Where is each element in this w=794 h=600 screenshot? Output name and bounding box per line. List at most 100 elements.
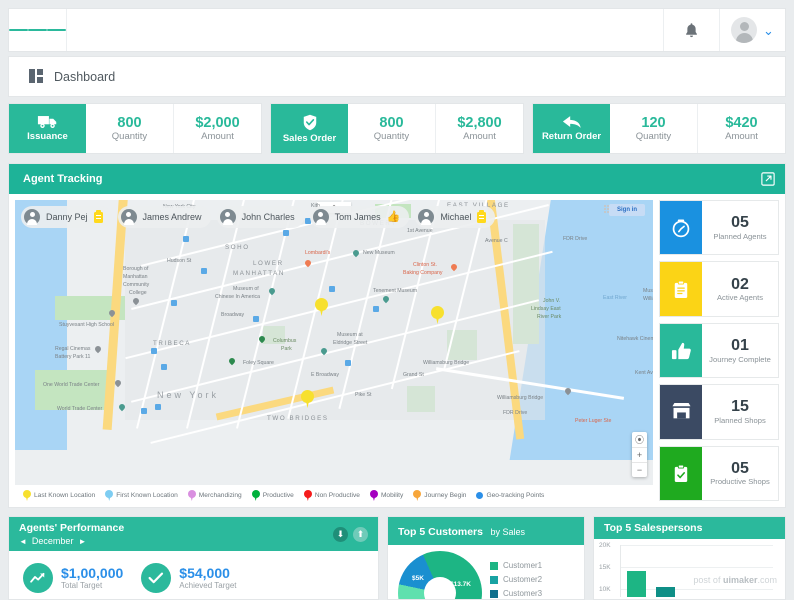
map-zoom-out-button[interactable]: −: [632, 462, 647, 477]
map-poi: [257, 334, 267, 344]
legend-item-customer3[interactable]: Customer3: [490, 589, 542, 598]
stat-tile-journey-complete[interactable]: 01 Journey Complete: [659, 322, 779, 379]
legend-label: Customer2: [503, 575, 543, 584]
stat-label: Achieved Target: [179, 581, 237, 591]
thumbs-up-icon: [660, 323, 702, 378]
chevron-down-icon[interactable]: ⌄: [763, 24, 774, 37]
agents-performance-header: Agents' Performance ◄ December ► ⬇ ⬆: [9, 517, 378, 551]
clipboard-check-icon: [660, 446, 702, 501]
top-salespersons-panel: Top 5 Salespersons 20K 15K 10K post of u…: [593, 516, 786, 600]
map-poi: [227, 356, 237, 366]
agent-chip[interactable]: John Charles: [216, 206, 304, 228]
kpi-amount-label: Amount: [725, 131, 758, 143]
map-subway-icon: [201, 268, 207, 274]
map-pin-last-known[interactable]: [301, 390, 314, 408]
kpi-quantity-label: Quantity: [635, 131, 672, 143]
stat-tile-productive-shops[interactable]: 05 Productive Shops: [659, 445, 779, 502]
legend-item-first-known-location: First Known Location: [105, 490, 178, 501]
map-label: TRIBECA: [153, 340, 192, 347]
map-zoom-in-button[interactable]: +: [632, 447, 647, 462]
salespersons-bar-chart[interactable]: 20K 15K 10K post of uimaker.com: [594, 539, 785, 599]
map-poi: [303, 258, 313, 268]
agent-avatar-icon: [418, 209, 435, 225]
stat-tile-body: 01 Journey Complete: [702, 324, 778, 377]
month-selector[interactable]: ◄ December ►: [19, 536, 124, 546]
performance-stat-text: $1,00,000 Total Target: [61, 565, 123, 590]
kpi-amount-value: $2,800: [457, 114, 502, 131]
customers-donut-chart[interactable]: $13.7K $5K $6K: [398, 551, 482, 599]
stat-tile-body: 02 Active Agents: [702, 262, 778, 315]
agent-chip[interactable]: Tom James 👍: [309, 206, 410, 228]
kpi-amount-label: Amount: [201, 131, 234, 143]
next-month-icon[interactable]: ►: [78, 537, 86, 546]
kpi-card-issuance[interactable]: Issuance 800 Quantity $2,000 Amount: [8, 103, 262, 154]
map-label: Museum at: [337, 332, 363, 338]
pin-icon: [303, 490, 312, 501]
prev-month-icon[interactable]: ◄: [19, 537, 27, 546]
agent-chip[interactable]: James Andrew: [117, 206, 211, 228]
stat-tile-planned-shops[interactable]: 15 Planned Shops: [659, 384, 779, 440]
map-controls[interactable]: ⦿ + −: [632, 432, 647, 477]
bar-group: [627, 545, 675, 597]
bar-salesperson-1[interactable]: [627, 571, 646, 597]
pin-icon: [23, 490, 31, 501]
kpi-amount-value: $2,000: [195, 114, 240, 131]
stat-tile-planned-agents[interactable]: 05 Planned Agents: [659, 200, 779, 256]
legend-label: Journey Begin: [424, 492, 467, 499]
user-menu[interactable]: ⌄: [719, 9, 785, 51]
legend-item-journey-begin: Journey Begin: [413, 490, 466, 501]
map-label: World Trade Center: [57, 406, 103, 412]
map-label: FDR Drive: [503, 410, 528, 416]
map-subway-icon: [329, 286, 335, 292]
agent-name: John Charles: [241, 212, 295, 222]
map-poi: [351, 248, 361, 258]
kpi-label-sales-order: Sales Order: [282, 132, 337, 144]
kpi-head-issuance: Issuance: [9, 104, 86, 153]
map-label: Peter Luger Ste: [575, 418, 612, 424]
map-pin-last-known[interactable]: [431, 306, 444, 324]
legend-item-customer1[interactable]: Customer1: [490, 561, 542, 570]
legend-item-customer2[interactable]: Customer2: [490, 575, 542, 584]
clipboard-check-glyph: [674, 464, 688, 482]
legend-item-geo-tracking-points: Geo-tracking Points: [476, 492, 544, 499]
map-label: New Museum: [363, 250, 395, 256]
pin-icon: [369, 490, 378, 501]
agents-performance-title-group: Agents' Performance ◄ December ►: [19, 522, 124, 546]
agent-chip[interactable]: Danny Pej: [21, 206, 112, 228]
stat-tile-active-agents[interactable]: 02 Active Agents: [659, 261, 779, 317]
kpi-label-return-order: Return Order: [541, 131, 602, 142]
map-recenter-button[interactable]: ⦿: [632, 432, 647, 447]
avatar: [731, 17, 758, 43]
bar-salesperson-2[interactable]: [656, 587, 675, 597]
performance-header-actions: ⬇ ⬆: [333, 526, 368, 542]
kpi-quantity-label: Quantity: [373, 131, 410, 143]
agent-map[interactable]: Sign in ⌃ ⦿ + − New York CityFire Museum…: [15, 200, 653, 485]
kpi-amount-issuance: $2,000 Amount: [173, 104, 261, 153]
agent-name: Michael: [440, 212, 472, 222]
map-pin-last-known[interactable]: [315, 298, 328, 316]
kpi-card-sales-order[interactable]: Sales Order 800 Quantity $2,800 Amount: [270, 103, 524, 154]
map-label: Columbus: [273, 338, 297, 344]
top-customers-panel: Top 5 Customers by Sales $13.7K $5K $6K …: [387, 516, 585, 600]
legend-item-productive: Productive: [251, 490, 294, 501]
kpi-quantity-value: 800: [379, 114, 404, 131]
bell-icon[interactable]: [663, 9, 719, 51]
shield-check-icon: [303, 114, 316, 130]
map-label: Avenue C: [485, 238, 508, 244]
agent-name: Danny Pej: [46, 212, 88, 222]
upload-icon[interactable]: ⬆: [353, 526, 368, 542]
kpi-amount-label: Amount: [463, 131, 496, 143]
agent-name: Tom James: [334, 212, 381, 222]
map-label: Borough of: [123, 266, 149, 272]
hamburger-icon[interactable]: [9, 9, 67, 51]
agent-chip[interactable]: Michael: [415, 206, 496, 228]
stat-value: 05: [731, 459, 749, 477]
map-label: SOHO: [225, 244, 250, 251]
legend-item-last-known-location: Last Known Location: [23, 490, 95, 501]
map-poi: [131, 296, 141, 306]
reply-arrow-icon: [562, 116, 581, 128]
download-icon[interactable]: ⬇: [333, 526, 348, 542]
map-label: MANHATTAN: [233, 270, 285, 277]
external-link-icon[interactable]: [761, 172, 775, 186]
kpi-card-return-order[interactable]: Return Order 120 Quantity $420 Amount: [532, 103, 786, 154]
